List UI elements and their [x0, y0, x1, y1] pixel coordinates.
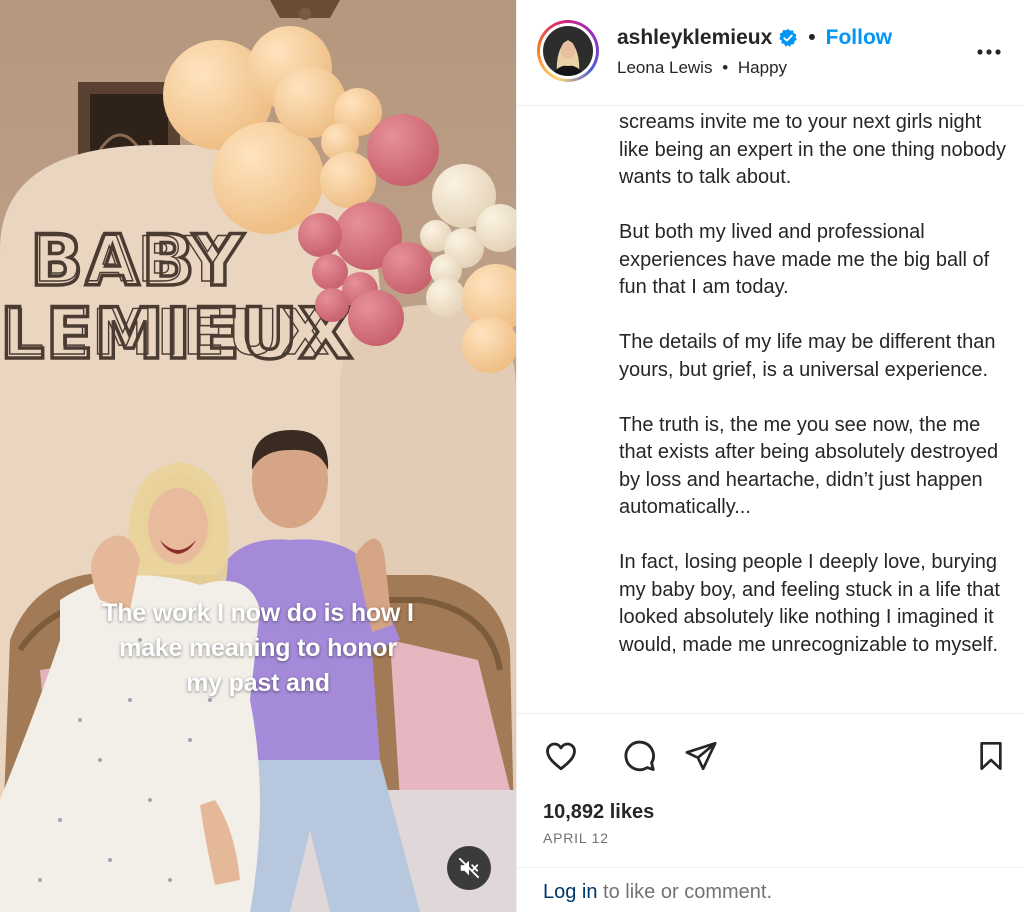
header-separator: • — [808, 26, 816, 49]
caption-paragraph: In fact, losing people I deeply love, bu… — [619, 551, 1000, 656]
more-options-button[interactable] — [975, 38, 1003, 66]
comment-button[interactable] — [619, 736, 659, 776]
caption-paragraph: The truth is, the me you see now, the me… — [619, 413, 999, 519]
caption-paragraph: But both my lived and professional exper… — [619, 221, 990, 298]
post-date[interactable]: APRIL 12 — [543, 830, 609, 846]
video-caption-line: my past and — [186, 669, 330, 697]
audio-separator: • — [722, 58, 729, 77]
audio-artist: Leona Lewis — [617, 58, 713, 77]
post-actions: 10,892 likes APRIL 12 — [517, 713, 1024, 867]
bookmark-icon — [980, 742, 1002, 770]
post-author-row: ashleyklemieux • Follow — [617, 26, 892, 50]
like-button[interactable] — [541, 736, 581, 776]
follow-button[interactable]: Follow — [826, 26, 893, 50]
video-caption-line: make meaning to honor — [119, 634, 397, 662]
share-button[interactable] — [681, 736, 721, 776]
heart-icon — [546, 742, 576, 771]
audio-attribution[interactable]: Leona Lewis • Happy — [617, 58, 787, 78]
reel-video[interactable]: BABY LEMIEUX BABY LEMIEUX The work I now… — [0, 0, 516, 912]
save-button[interactable] — [971, 736, 1011, 776]
speaker-muted-icon — [458, 857, 480, 879]
post-caption: screams invite me to your next girls nig… — [619, 109, 1009, 687]
comment-icon — [624, 740, 655, 772]
share-icon — [685, 741, 717, 771]
login-link[interactable]: Log in — [543, 881, 598, 903]
post-header: ashleyklemieux • Follow Leona Lewis • Ha… — [517, 0, 1024, 106]
mute-toggle-button[interactable] — [447, 846, 491, 890]
caption-paragraph: screams invite me to your next girls nig… — [619, 111, 1006, 188]
avatar[interactable] — [537, 20, 599, 82]
caption-paragraph: The details of my life may be different … — [619, 331, 996, 381]
login-prompt-text: Log in to like or comment. — [543, 881, 772, 904]
more-options-icon — [977, 49, 1001, 55]
verified-badge-icon — [779, 28, 798, 47]
username-link[interactable]: ashleyklemieux — [617, 26, 772, 50]
video-caption-line: The work I now do is how I — [102, 599, 414, 627]
post-side-panel: ashleyklemieux • Follow Leona Lewis • Ha… — [516, 0, 1024, 912]
caption-scroll-area[interactable]: screams invite me to your next girls nig… — [517, 107, 1024, 711]
audio-track: Happy — [737, 58, 788, 77]
avatar-image — [543, 26, 593, 76]
login-prompt: Log in to like or comment. — [517, 867, 1024, 912]
login-prompt-rest: to like or comment. — [597, 881, 773, 903]
video-frame-image: BABY LEMIEUX BABY LEMIEUX — [0, 0, 516, 912]
video-caption-overlay: The work I now do is how I make meaning … — [0, 596, 516, 701]
svg-text:BABY: BABY — [34, 223, 234, 296]
like-count[interactable]: 10,892 likes — [543, 801, 654, 824]
svg-text:LEMIEUX: LEMIEUX — [4, 296, 332, 369]
